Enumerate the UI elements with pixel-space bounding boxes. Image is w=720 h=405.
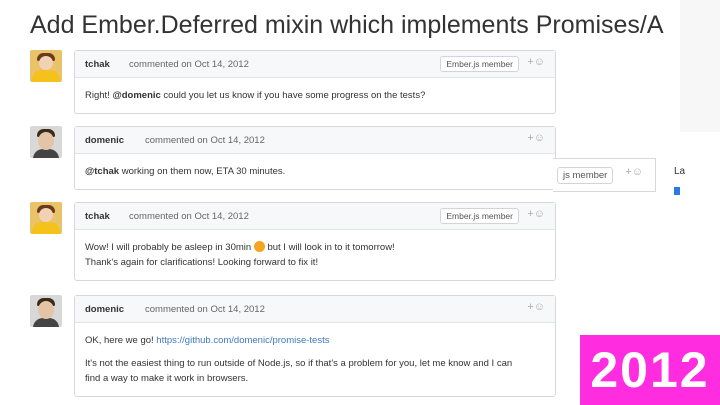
avatar-tchak[interactable] bbox=[30, 202, 62, 234]
add-reaction-icon[interactable]: +☺ bbox=[527, 301, 545, 313]
mention[interactable]: @tchak bbox=[85, 166, 119, 177]
comment-body: Wow! I will probably be asleep in 30min … bbox=[85, 241, 395, 268]
promise-tests-link[interactable]: https://github.com/domenic/promise-tests bbox=[156, 335, 329, 346]
avatar-domenic[interactable] bbox=[30, 295, 62, 327]
comment-body: Right! @domenic could you let us know if… bbox=[85, 90, 426, 101]
sidebar-marker bbox=[674, 187, 680, 195]
member-badge: Ember.js member bbox=[440, 56, 519, 72]
comment-author[interactable]: domenic bbox=[85, 135, 124, 146]
comment-4: domenic commented on Oct 14, 2012 +☺ OK,… bbox=[74, 295, 556, 397]
comment-meta[interactable]: commented on Oct 14, 2012 bbox=[145, 304, 265, 315]
comment-meta[interactable]: commented on Oct 14, 2012 bbox=[129, 211, 249, 222]
mention[interactable]: @domenic bbox=[112, 90, 160, 101]
comment-body: OK, here we go! https://github.com/domen… bbox=[85, 335, 513, 384]
title-overflow bbox=[74, 40, 254, 50]
comment-author[interactable]: tchak bbox=[85, 59, 110, 70]
add-reaction-icon[interactable]: +☺ bbox=[527, 56, 545, 68]
issue-title: Add Ember.Deferred mixin which implement… bbox=[30, 11, 664, 39]
background-comment-fragment: js member +☺ bbox=[553, 158, 656, 192]
comment-meta[interactable]: commented on Oct 14, 2012 bbox=[129, 59, 249, 70]
member-badge: Ember.js member bbox=[440, 208, 519, 224]
comment-2: domenic commented on Oct 14, 2012 +☺ @tc… bbox=[74, 126, 556, 190]
grinning-emoji-icon bbox=[253, 241, 265, 252]
comment-author[interactable]: domenic bbox=[85, 304, 124, 315]
comment-body: @tchak working on them now, ETA 30 minut… bbox=[85, 166, 286, 177]
add-reaction-icon[interactable]: +☺ bbox=[527, 208, 545, 220]
add-reaction-icon[interactable]: +☺ bbox=[527, 132, 545, 144]
comment-1: tchak commented on Oct 14, 2012 Ember.js… bbox=[74, 50, 556, 114]
year-tag: 2012 bbox=[580, 335, 720, 405]
add-reaction-icon[interactable]: +☺ bbox=[625, 166, 643, 178]
comment-author[interactable]: tchak bbox=[85, 211, 110, 222]
sidebar-label: La bbox=[674, 166, 686, 177]
avatar-domenic[interactable] bbox=[30, 126, 62, 158]
avatar-tchak[interactable] bbox=[30, 50, 62, 82]
comment-3: tchak commented on Oct 14, 2012 Ember.js… bbox=[74, 202, 556, 281]
comment-meta[interactable]: commented on Oct 14, 2012 bbox=[145, 135, 265, 146]
member-badge: js member bbox=[557, 167, 614, 184]
